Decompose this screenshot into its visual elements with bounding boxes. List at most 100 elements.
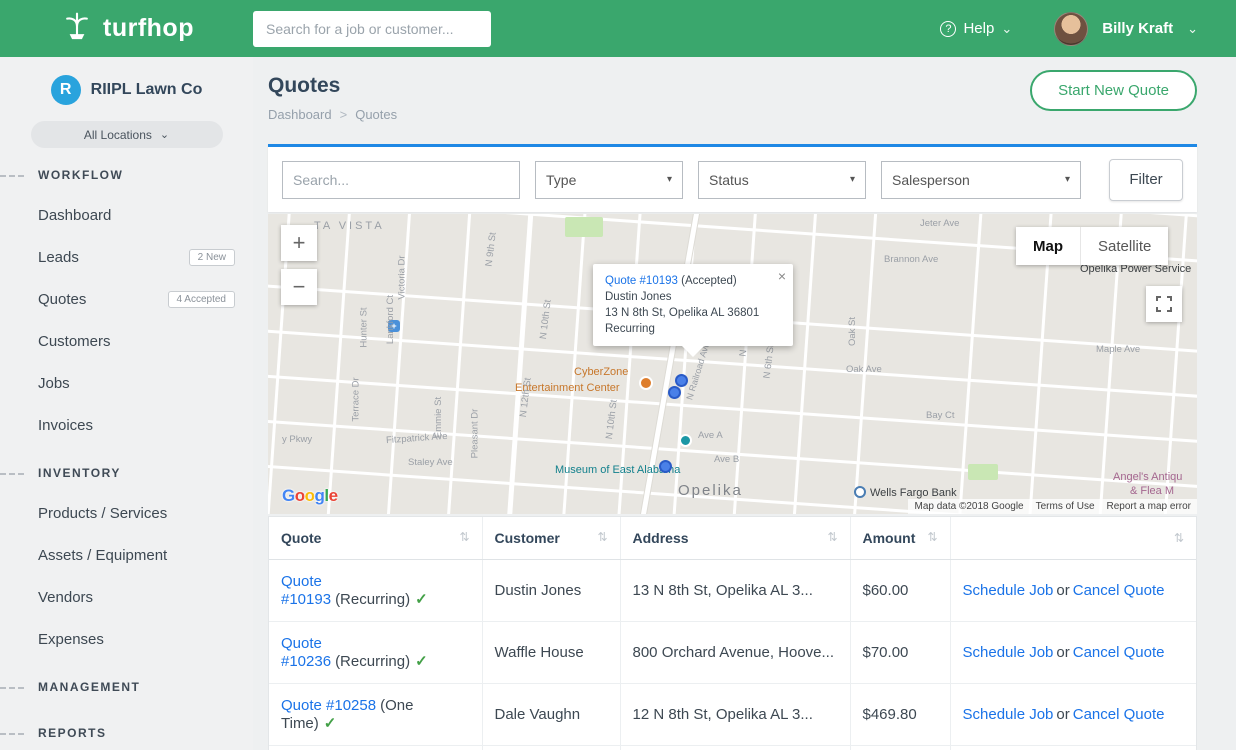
status-select[interactable]: Status ▾ xyxy=(698,161,866,199)
cancel-quote-link[interactable]: Cancel Quote xyxy=(1073,644,1165,661)
sidebar-item-jobs[interactable]: Jobs xyxy=(0,362,253,404)
quotes-search-input[interactable] xyxy=(282,161,520,199)
map-label: & Flea M xyxy=(1130,485,1174,497)
col-header-customer[interactable]: Customer ⇅ xyxy=(482,517,620,560)
sidebar-item-assets-equipment[interactable]: Assets / Equipment xyxy=(0,534,253,576)
cancel-quote-link[interactable]: Cancel Quote xyxy=(1073,582,1165,599)
filter-bar: Type ▾ Status ▾ Salesperson ▾ Filter xyxy=(268,144,1197,212)
map-label: Staley Ave xyxy=(408,457,453,468)
breadcrumb-dashboard[interactable]: Dashboard xyxy=(268,107,332,122)
table-header-row: Quote⇅ Customer ⇅ Address ⇅ Amount ⇅ ⇅ xyxy=(269,517,1196,560)
wells-fargo-poi-icon xyxy=(854,486,866,498)
map[interactable]: + TA VISTA Jeter Ave Brannon Ave Opelika… xyxy=(268,214,1197,514)
logo[interactable]: turfhop xyxy=(0,8,253,49)
col-header-amount[interactable]: Amount ⇅ xyxy=(850,517,950,560)
map-label: y Pkwy xyxy=(282,434,312,445)
sort-icon[interactable]: ⇅ xyxy=(827,530,837,544)
start-new-quote-button[interactable]: Start New Quote xyxy=(1030,70,1197,111)
map-label: Oak Ave xyxy=(846,364,882,375)
schedule-job-link[interactable]: Schedule Job xyxy=(963,582,1054,599)
col-label: Address xyxy=(633,530,689,546)
fullscreen-button[interactable] xyxy=(1146,286,1182,322)
map-label: Ave B xyxy=(714,454,739,465)
quote-link[interactable]: Quote #10258 xyxy=(281,697,376,714)
map-label: Brannon Ave xyxy=(884,254,938,265)
info-quote-link[interactable]: Quote #10193 xyxy=(605,275,678,287)
section-management[interactable]: MANAGEMENT xyxy=(0,668,253,706)
sidebar: R RIIPL Lawn Co All Locations ⌄ WORKFLOW… xyxy=(0,57,253,750)
close-icon[interactable]: × xyxy=(778,268,786,284)
select-arrow-icon: ▾ xyxy=(1065,174,1070,185)
chevron-down-icon[interactable]: ⌄ xyxy=(1187,24,1198,34)
map-label-city: Opelika xyxy=(678,482,743,499)
global-search-input[interactable] xyxy=(253,11,491,47)
zoom-in-button[interactable]: + xyxy=(281,225,317,261)
quote-link[interactable]: Quote #10236 xyxy=(281,635,331,670)
status-select-value: Status xyxy=(709,172,749,188)
col-label: Customer xyxy=(495,530,560,546)
or-text: or xyxy=(1056,582,1069,599)
select-arrow-icon: ▾ xyxy=(850,174,855,185)
filter-button[interactable]: Filter xyxy=(1109,159,1183,201)
salesperson-select[interactable]: Salesperson ▾ xyxy=(881,161,1081,199)
sidebar-item-label: Expenses xyxy=(38,631,104,648)
quote-link[interactable]: Quote #10193 xyxy=(281,573,331,608)
sort-icon[interactable]: ⇅ xyxy=(459,530,469,544)
quote-type: (Recurring) xyxy=(335,591,410,608)
sidebar-item-expenses[interactable]: Expenses xyxy=(0,618,253,660)
accepted-check-icon: ✓ xyxy=(324,715,337,732)
map-data-copyright: Map data ©2018 Google xyxy=(914,501,1023,512)
cancel-quote-link[interactable]: Cancel Quote xyxy=(1073,706,1165,723)
quote-map-marker[interactable] xyxy=(659,460,672,473)
avatar[interactable] xyxy=(1054,12,1088,46)
table-row: Quote #10193(Recurring)✓ Dustin Jones 13… xyxy=(269,560,1196,622)
sort-icon[interactable]: ⇅ xyxy=(1174,531,1184,545)
sidebar-item-dashboard[interactable]: Dashboard xyxy=(0,194,253,236)
quotes-badge: 4 Accepted xyxy=(168,291,235,308)
satellite-view-button[interactable]: Satellite xyxy=(1081,227,1168,265)
zoom-out-button[interactable]: − xyxy=(281,269,317,305)
section-inventory: INVENTORY xyxy=(0,454,253,492)
quote-map-marker[interactable] xyxy=(668,386,681,399)
address-cell: 12 N 8th St, Opelika AL 3... xyxy=(620,684,850,746)
map-label: Angel's Antiqu xyxy=(1113,471,1182,483)
sidebar-item-invoices[interactable]: Invoices xyxy=(0,404,253,446)
sidebar-item-customers[interactable]: Customers xyxy=(0,320,253,362)
terms-of-use-link[interactable]: Terms of Use xyxy=(1036,501,1095,512)
customer-cell: Webb Sims xyxy=(482,746,620,750)
sort-icon[interactable]: ⇅ xyxy=(927,530,937,544)
map-label: Terrace Dr xyxy=(351,377,362,421)
map-label: Hunter St xyxy=(359,307,370,347)
sidebar-item-quotes[interactable]: Quotes 4 Accepted xyxy=(0,278,253,320)
location-selector[interactable]: All Locations ⌄ xyxy=(31,121,223,148)
sort-icon[interactable]: ⇅ xyxy=(597,530,607,544)
map-label-cyberzone: CyberZone xyxy=(574,366,628,378)
col-header-actions[interactable]: ⇅ xyxy=(950,517,1196,560)
col-label: Amount xyxy=(863,530,916,546)
chevron-down-icon: ⌄ xyxy=(160,130,169,140)
type-select[interactable]: Type ▾ xyxy=(535,161,683,199)
sidebar-item-leads[interactable]: Leads 2 New xyxy=(0,236,253,278)
quote-type: (Recurring) xyxy=(335,653,410,670)
museum-poi-icon xyxy=(679,434,692,447)
sidebar-item-vendors[interactable]: Vendors xyxy=(0,576,253,618)
user-name[interactable]: Billy Kraft xyxy=(1102,20,1173,37)
help-menu[interactable]: ? Help ⌄ xyxy=(940,20,1012,37)
map-info-window: × Quote #10193 (Accepted) Dustin Jones 1… xyxy=(593,264,793,346)
col-header-address[interactable]: Address ⇅ xyxy=(620,517,850,560)
col-header-quote[interactable]: Quote⇅ xyxy=(269,517,482,560)
sidebar-item-label: Dashboard xyxy=(38,207,111,224)
section-reports[interactable]: REPORTS xyxy=(0,714,253,750)
map-view-button[interactable]: Map xyxy=(1016,227,1081,265)
schedule-job-link[interactable]: Schedule Job xyxy=(963,644,1054,661)
schedule-job-link[interactable]: Schedule Job xyxy=(963,706,1054,723)
sidebar-item-products-services[interactable]: Products / Services xyxy=(0,492,253,534)
quote-map-marker[interactable] xyxy=(675,374,688,387)
amount-cell: $70.00 xyxy=(850,622,950,684)
map-label: Ave A xyxy=(698,430,723,441)
report-map-error-link[interactable]: Report a map error xyxy=(1107,501,1191,512)
topbar-right: ? Help ⌄ Billy Kraft ⌄ xyxy=(940,12,1236,46)
company-logo: R xyxy=(51,75,81,105)
location-label: All Locations xyxy=(84,128,152,142)
map-label: Jeter Ave xyxy=(920,218,959,229)
